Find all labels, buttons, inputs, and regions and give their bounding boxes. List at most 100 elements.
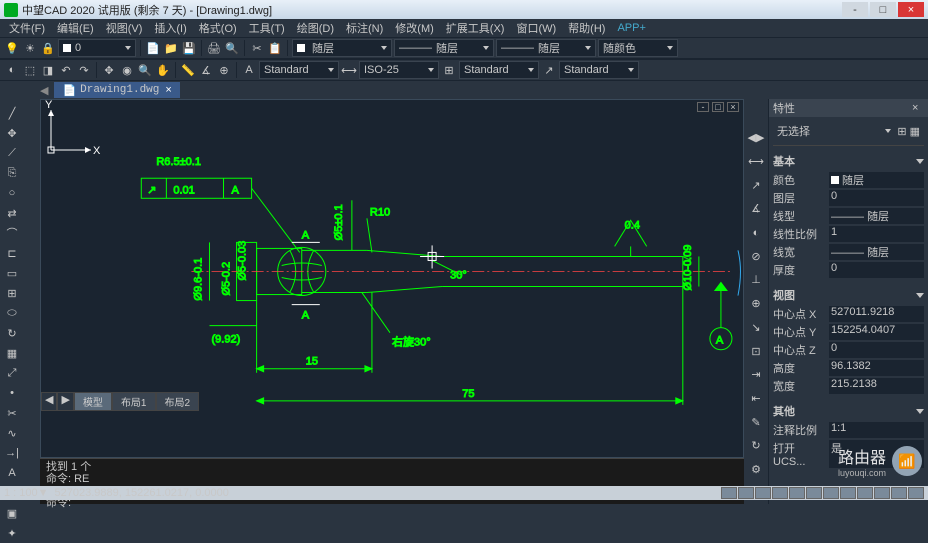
dim-tolerance-icon[interactable]: ⊡ xyxy=(747,342,765,360)
pan-icon[interactable]: ✋ xyxy=(155,62,171,78)
close-tab-icon[interactable]: × xyxy=(165,84,171,96)
osnap-toggle[interactable] xyxy=(789,487,805,499)
section-view[interactable]: 视图 xyxy=(773,285,924,305)
measure-icon[interactable]: 📏 xyxy=(180,62,196,78)
window-close-button[interactable]: × xyxy=(898,2,924,17)
dim-angular-icon[interactable]: ∡ xyxy=(747,200,765,218)
menu-tools[interactable]: 工具(T) xyxy=(244,20,290,36)
pselect-icon[interactable]: ▦ xyxy=(910,125,920,138)
zoom-icon[interactable]: 🔍 xyxy=(137,62,153,78)
ellipse-tool-icon[interactable]: ⬭ xyxy=(3,304,21,322)
qselect-icon[interactable]: ⊞ xyxy=(897,125,906,138)
otrack-toggle[interactable] xyxy=(806,487,822,499)
point-tool-icon[interactable]: • xyxy=(3,384,21,402)
copy-tool-icon[interactable]: ⎘ xyxy=(3,164,21,182)
move-tool-icon[interactable]: ✥ xyxy=(3,124,21,142)
color-dropdown[interactable]: 随颜色 xyxy=(598,39,678,57)
tool-e-icon[interactable]: ◉ xyxy=(119,62,135,78)
prop-linetype[interactable]: ——— 随层 xyxy=(829,208,924,224)
properties-close-icon[interactable]: × xyxy=(912,102,924,114)
table-style-icon[interactable]: ⊞ xyxy=(441,62,457,78)
selection-dropdown[interactable]: 无选择 ⊞ ▦ xyxy=(773,121,924,141)
undo-icon[interactable]: ↶ xyxy=(58,62,74,78)
text-tool-icon[interactable]: A xyxy=(3,464,21,482)
tool-c-icon[interactable]: ◨ xyxy=(40,62,56,78)
window-maximize-button[interactable]: □ xyxy=(870,2,896,17)
menu-app[interactable]: APP+ xyxy=(612,22,650,34)
prop-thickness[interactable]: 0 xyxy=(829,262,924,278)
dim-continue-icon[interactable]: ⇥ xyxy=(747,366,765,384)
tool-b-icon[interactable]: ⬚ xyxy=(22,62,38,78)
grid-toggle[interactable] xyxy=(738,487,754,499)
menu-edit[interactable]: 编辑(E) xyxy=(52,20,99,36)
lwt-toggle[interactable] xyxy=(840,487,856,499)
rect-tool-icon[interactable]: ▭ xyxy=(3,264,21,282)
dim-leader-icon[interactable]: ↘ xyxy=(747,319,765,337)
scale-tool-icon[interactable]: ⤢ xyxy=(3,364,21,382)
dim-baseline-icon[interactable]: ⇤ xyxy=(747,390,765,408)
layout2-tab[interactable]: 布局2 xyxy=(156,392,200,411)
new-icon[interactable]: 📄 xyxy=(145,40,161,56)
lineweight-dropdown[interactable]: ———随层 xyxy=(496,39,596,57)
trim-tool-icon[interactable]: ✂ xyxy=(3,404,21,422)
menu-format[interactable]: 格式(O) xyxy=(194,20,242,36)
tablestyle-dropdown[interactable]: Standard xyxy=(459,61,539,79)
redo-icon[interactable]: ↷ xyxy=(76,62,92,78)
menu-file[interactable]: 文件(F) xyxy=(4,20,50,36)
menu-window[interactable]: 窗口(W) xyxy=(511,20,561,36)
prop-centerx[interactable]: 527011.9218 xyxy=(829,306,924,322)
layout1-tab[interactable]: 布局1 xyxy=(112,392,156,411)
section-basic[interactable]: 基本 xyxy=(773,151,924,171)
hatch-tool-icon[interactable]: ▦ xyxy=(3,344,21,362)
annoscale-toggle[interactable] xyxy=(874,487,890,499)
menu-draw[interactable]: 绘图(D) xyxy=(292,20,339,36)
mleaderstyle-dropdown[interactable]: Standard xyxy=(559,61,639,79)
rotate-tool-icon[interactable]: ↻ xyxy=(3,324,21,342)
section-other[interactable]: 其他 xyxy=(773,401,924,421)
circle-tool-icon[interactable]: ○ xyxy=(3,184,21,202)
layer-color-dropdown[interactable]: 随层 xyxy=(292,39,392,57)
dim-edit-icon[interactable]: ✎ xyxy=(747,413,765,431)
dim-linear-icon[interactable]: ⟷ xyxy=(747,153,765,171)
tab-next-icon[interactable]: ▶ xyxy=(57,392,73,411)
status-scale[interactable]: 1 : 100 xyxy=(4,487,38,499)
polyline-tool-icon[interactable]: ⟋ xyxy=(3,144,21,162)
dim-aligned-icon[interactable]: ↗ xyxy=(747,176,765,194)
prop-height[interactable]: 96.1382 xyxy=(829,360,924,376)
prop-color[interactable]: 随层 xyxy=(829,172,924,188)
dim-ordinate-icon[interactable]: ⊥ xyxy=(747,271,765,289)
copy-icon[interactable]: 📋 xyxy=(267,40,283,56)
dim-style-icon-r[interactable]: ⚙ xyxy=(747,461,765,479)
snap-toggle[interactable] xyxy=(721,487,737,499)
clean-toggle[interactable] xyxy=(908,487,924,499)
menu-insert[interactable]: 插入(I) xyxy=(149,20,191,36)
tab-prev-icon[interactable]: ◀ xyxy=(41,392,57,411)
tool-h-icon[interactable]: ⊕ xyxy=(216,62,232,78)
model-tab[interactable]: 模型 xyxy=(74,392,112,411)
ws-toggle[interactable] xyxy=(891,487,907,499)
prop-centery[interactable]: 152254.0407 xyxy=(829,324,924,340)
spline-tool-icon[interactable]: ∿ xyxy=(3,424,21,442)
dim-style-icon[interactable]: ⟷ xyxy=(341,62,357,78)
cut-icon[interactable]: ✂ xyxy=(249,40,265,56)
preview-icon[interactable]: 🔍 xyxy=(224,40,240,56)
polar-toggle[interactable] xyxy=(772,487,788,499)
tool-a-icon[interactable]: ◐ xyxy=(4,62,20,78)
save-icon[interactable]: 💾 xyxy=(181,40,197,56)
dim-diameter-icon[interactable]: ⊘ xyxy=(747,247,765,265)
offset-tool-icon[interactable]: ⊏ xyxy=(3,244,21,262)
menu-extend[interactable]: 扩展工具(X) xyxy=(441,20,510,36)
layer-icon[interactable]: 💡 xyxy=(4,40,20,56)
textstyle-dropdown[interactable]: Standard xyxy=(259,61,339,79)
extend-tool-icon[interactable]: →| xyxy=(3,444,21,462)
file-tab-drawing1[interactable]: 📄 Drawing1.dwg × xyxy=(54,82,179,98)
tool-g-icon[interactable]: ∡ xyxy=(198,62,214,78)
dyn-toggle[interactable] xyxy=(823,487,839,499)
select-icon[interactable]: ✥ xyxy=(101,62,117,78)
dim-radius-icon[interactable]: ◐ xyxy=(747,224,765,242)
dimstyle-dropdown[interactable]: ISO-25 xyxy=(359,61,439,79)
window-minimize-button[interactable]: - xyxy=(842,2,868,17)
menu-view[interactable]: 视图(V) xyxy=(101,20,148,36)
mirror-tool-icon[interactable]: ⇄ xyxy=(3,204,21,222)
prop-width[interactable]: 215.2138 xyxy=(829,378,924,394)
